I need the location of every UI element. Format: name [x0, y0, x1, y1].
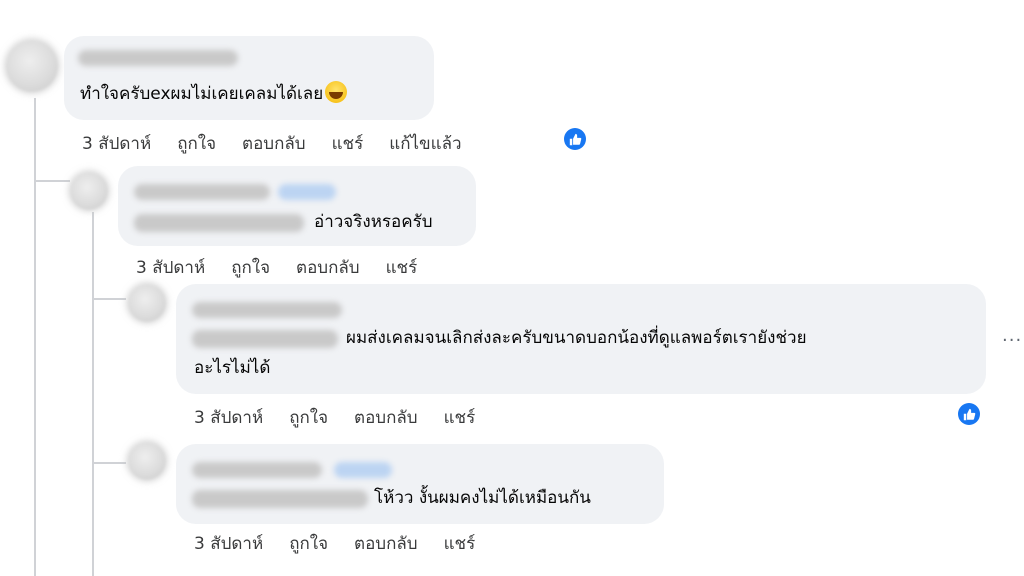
comment-text-line-2: อะไรไม่ได้ — [194, 358, 271, 378]
comment-text: อ่าวจริงหรอครับ — [314, 212, 433, 232]
thread-line-branch-1 — [34, 180, 70, 182]
comment-actions: 3 สัปดาห์ ถูกใจ ตอบกลับ แชร์ — [136, 254, 417, 281]
thread-line-main-lower — [34, 182, 36, 576]
like-button[interactable]: ถูกใจ — [231, 254, 270, 281]
timestamp-link[interactable]: 3 สัปดาห์ — [136, 254, 205, 281]
comment-bubble: โห้วว งั้นผมคงไม่ได้เหมือนกัน — [176, 444, 664, 524]
comment-actions: 3 สัปดาห์ ถูกใจ ตอบกลับ แชร์ — [194, 530, 475, 557]
comment-actions: 3 สัปดาห์ ถูกใจ ตอบกลับ แชร์ แก้ไขแล้ว — [82, 130, 462, 157]
reply-button[interactable]: ตอบกลับ — [296, 254, 360, 281]
mentioned-name-blurred[interactable] — [192, 330, 338, 348]
author-name-blurred[interactable] — [192, 302, 342, 318]
mentioned-name-blurred[interactable] — [134, 214, 304, 232]
author-name-blurred[interactable] — [78, 50, 238, 66]
comment-text: โห้วว งั้นผมคงไม่ได้เหมือนกัน — [374, 488, 591, 508]
like-button[interactable]: ถูกใจ — [289, 530, 328, 557]
grinning-sweat-emoji-icon — [325, 81, 348, 103]
reply-button[interactable]: ตอบกลับ — [354, 404, 418, 431]
timestamp-link[interactable]: 3 สัปดาห์ — [82, 130, 151, 157]
avatar[interactable] — [70, 172, 108, 210]
share-button[interactable]: แชร์ — [444, 404, 476, 431]
share-button[interactable]: แชร์ — [332, 130, 364, 157]
mentioned-name-blurred[interactable] — [192, 490, 368, 508]
reply-button[interactable]: ตอบกลับ — [242, 130, 306, 157]
thread-line-sub — [92, 212, 94, 576]
like-reaction-badge[interactable] — [564, 128, 586, 150]
author-name-blurred[interactable] — [134, 184, 270, 200]
avatar[interactable] — [128, 442, 166, 480]
like-button[interactable]: ถูกใจ — [177, 130, 216, 157]
comment-text-line-1: ผมส่งเคลมจนเลิกส่งละครับขนาดบอกน้องที่ดู… — [346, 328, 807, 348]
thumbs-up-icon — [963, 408, 975, 420]
thread-line-branch-3 — [92, 462, 126, 464]
share-button[interactable]: แชร์ — [386, 254, 418, 281]
avatar[interactable] — [128, 284, 166, 322]
author-name-blurred[interactable] — [192, 462, 322, 478]
avatar[interactable] — [6, 40, 58, 92]
comment-actions: 3 สัปดาห์ ถูกใจ ตอบกลับ แชร์ — [194, 404, 475, 431]
comment-text-content: ทำใจครับexผมไม่เคยเคลมได้เลย — [80, 84, 324, 104]
author-badge-blurred — [278, 184, 336, 200]
share-button[interactable]: แชร์ — [444, 530, 476, 557]
comment-bubble: ผมส่งเคลมจนเลิกส่งละครับขนาดบอกน้องที่ดู… — [176, 284, 986, 394]
timestamp-link[interactable]: 3 สัปดาห์ — [194, 404, 263, 431]
comment-text: ทำใจครับexผมไม่เคยเคลมได้เลย — [80, 80, 348, 108]
like-reaction-badge[interactable] — [958, 403, 980, 425]
author-badge-blurred — [334, 462, 392, 478]
edited-label[interactable]: แก้ไขแล้ว — [389, 130, 461, 157]
thumbs-up-icon — [569, 133, 581, 145]
more-options-icon[interactable]: ··· — [1002, 330, 1022, 351]
comment-bubble: ทำใจครับexผมไม่เคยเคลมได้เลย — [64, 36, 434, 120]
timestamp-link[interactable]: 3 สัปดาห์ — [194, 530, 263, 557]
thread-line-branch-2 — [92, 298, 126, 300]
thread-line-main — [34, 98, 36, 182]
like-button[interactable]: ถูกใจ — [289, 404, 328, 431]
reply-button[interactable]: ตอบกลับ — [354, 530, 418, 557]
comment-bubble: อ่าวจริงหรอครับ — [118, 166, 476, 246]
